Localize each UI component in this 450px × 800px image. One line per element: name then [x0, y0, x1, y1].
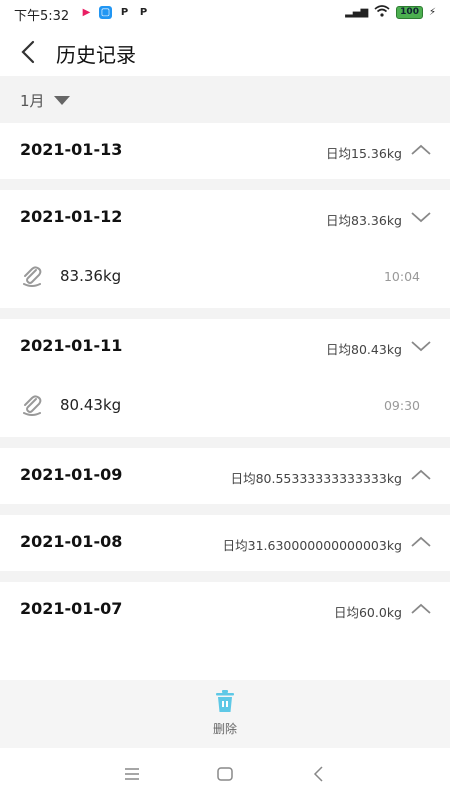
signal-icon: ▂▄▆: [345, 7, 369, 18]
day-average: 日均83.36kg: [326, 213, 402, 228]
chevron-down-icon[interactable]: [410, 210, 432, 224]
bottom-action-bar: 删除: [0, 680, 450, 748]
chevron-up-icon[interactable]: [410, 535, 432, 549]
day-date: 2021-01-12: [20, 207, 123, 226]
entry-time: 09:30: [383, 398, 420, 413]
chevron-up-icon[interactable]: [410, 468, 432, 482]
paperclip-icon: [23, 266, 42, 287]
divider: [0, 504, 450, 515]
day-header[interactable]: 2021-01-09 日均80.55333333333333kg: [0, 448, 450, 504]
entry-weight: 80.43kg: [60, 396, 122, 414]
day-header[interactable]: 2021-01-12 日均83.36kg: [0, 190, 450, 246]
delete-button[interactable]: 删除: [205, 688, 245, 737]
entry-time: 10:04: [383, 269, 420, 284]
page-title: 历史记录: [56, 43, 136, 67]
day-group: 2021-01-11 日均80.43kg 80.43kg 09:30: [0, 319, 450, 437]
status-bar: 下午5:32 ▶ ▢ P P ▂▄▆ 100 ⚡: [0, 0, 450, 28]
month-selector-label[interactable]: 1月: [20, 90, 45, 111]
entry-weight: 83.36kg: [60, 267, 122, 285]
p-app-icon-2: P: [139, 7, 148, 18]
history-list: 2021-01-13 日均15.36kg 2021-01-12 日均83.36k…: [0, 123, 450, 638]
back-icon[interactable]: [309, 764, 329, 784]
app-notification-icon: ▢: [99, 6, 112, 19]
system-nav-bar: [0, 748, 450, 800]
day-date: 2021-01-11: [20, 336, 123, 355]
list-item[interactable]: 80.43kg 09:30: [0, 375, 450, 437]
day-average: 日均15.36kg: [326, 146, 402, 161]
divider: [0, 179, 450, 190]
wifi-icon: [374, 5, 390, 20]
chevron-up-icon[interactable]: [410, 143, 432, 157]
day-date: 2021-01-13: [20, 140, 123, 159]
day-group: 2021-01-12 日均83.36kg 83.36kg 10:04: [0, 190, 450, 308]
divider: [0, 437, 450, 448]
day-group: 2021-01-07 日均60.0kg: [0, 582, 450, 638]
menu-icon[interactable]: [122, 764, 142, 784]
trash-icon: [216, 690, 234, 712]
day-group: 2021-01-09 日均80.55333333333333kg: [0, 448, 450, 504]
day-header[interactable]: 2021-01-11 日均80.43kg: [0, 319, 450, 375]
notification-icons: ▶ ▢ P P: [80, 6, 150, 19]
chevron-down-icon[interactable]: [410, 339, 432, 353]
delete-label: 删除: [212, 722, 237, 736]
day-group: 2021-01-08 日均31.630000000000003kg: [0, 515, 450, 571]
paperclip-icon: [23, 395, 42, 416]
dropdown-triangle-icon[interactable]: [54, 96, 70, 105]
home-icon[interactable]: [215, 764, 235, 784]
month-filter[interactable]: 1月: [0, 76, 450, 123]
day-average: 日均60.0kg: [333, 605, 402, 620]
back-arrow-icon[interactable]: [16, 38, 42, 66]
day-average: 日均80.55333333333333kg: [230, 471, 402, 486]
day-date: 2021-01-09: [20, 465, 123, 484]
day-date: 2021-01-07: [20, 599, 123, 618]
p-app-icon: P: [120, 7, 129, 18]
chevron-up-icon[interactable]: [410, 602, 432, 616]
divider: [0, 308, 450, 319]
day-average: 日均80.43kg: [326, 342, 402, 357]
day-group: 2021-01-13 日均15.36kg: [0, 123, 450, 179]
status-right: ▂▄▆ 100 ⚡: [345, 5, 436, 20]
header: 历史记录: [0, 28, 450, 76]
status-time: 下午5:32: [14, 9, 70, 24]
day-header[interactable]: 2021-01-13 日均15.36kg: [0, 123, 450, 179]
day-average: 日均31.630000000000003kg: [222, 538, 402, 553]
battery-icon: 100: [396, 6, 423, 19]
divider: [0, 571, 450, 582]
day-header[interactable]: 2021-01-07 日均60.0kg: [0, 582, 450, 638]
day-date: 2021-01-08: [20, 532, 123, 551]
list-item[interactable]: 83.36kg 10:04: [0, 246, 450, 308]
play-store-icon: ▶: [82, 7, 91, 18]
charging-icon: ⚡: [428, 7, 436, 18]
day-header[interactable]: 2021-01-08 日均31.630000000000003kg: [0, 515, 450, 571]
